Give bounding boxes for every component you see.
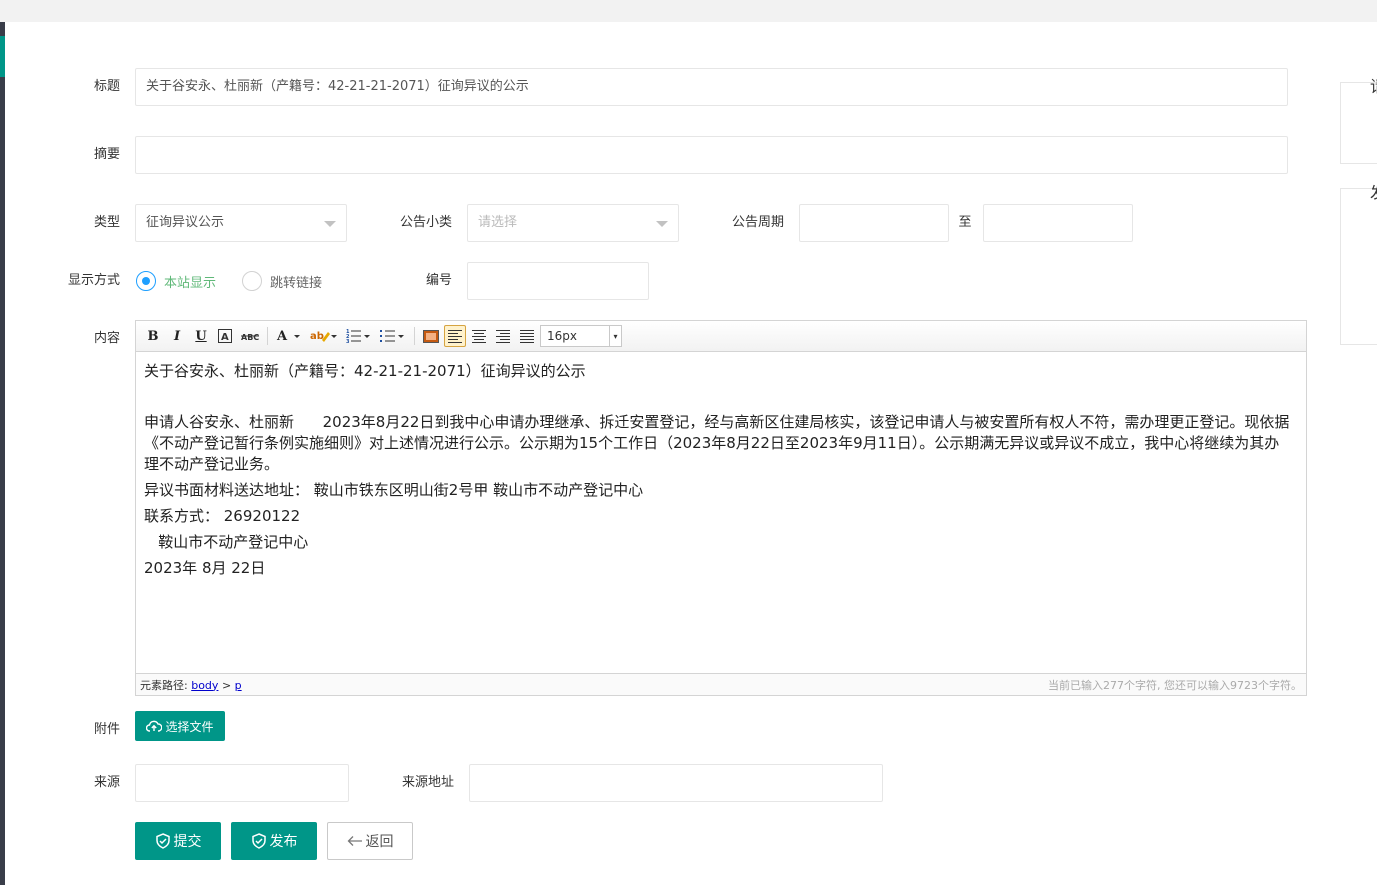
font-size-value: 16px: [547, 329, 577, 343]
dropdown-arrow-icon: ▾: [609, 326, 621, 346]
svg-text:A: A: [221, 332, 229, 343]
summary-input[interactable]: [135, 136, 1288, 174]
title-label: 标题: [93, 79, 120, 94]
number-label: 编号: [425, 273, 452, 288]
path-body-link[interactable]: body: [191, 679, 218, 692]
highlight-color-icon[interactable]: ab: [307, 325, 341, 347]
ordered-list-icon[interactable]: 123: [343, 325, 375, 347]
element-path: 元素路径: body > p: [140, 677, 242, 693]
editor-statusbar: 元素路径: body > p 当前已输入277个字符, 您还可以输入9723个字…: [136, 673, 1306, 695]
rich-text-editor[interactable]: B I U A ABC A ab 123 16px ▾ 关于谷安永、杜丽新（产籍…: [135, 320, 1307, 696]
unordered-list-icon[interactable]: [377, 325, 409, 347]
font-color-icon[interactable]: A: [273, 325, 305, 347]
radio-local-display-label: 本站显示: [164, 275, 217, 291]
right-panel-box: [1340, 188, 1377, 345]
content-line: 2023年 8月 22日: [144, 559, 266, 577]
char-count: 当前已输入277个字符, 您还可以输入9723个字符。: [1048, 678, 1302, 692]
content-line: 申请人谷安永、杜丽新 2023年8月22日到我中心申请办理继承、拆迁安置登记，经…: [144, 413, 1290, 473]
period-label: 公告周期: [731, 215, 784, 230]
right-panel-heading: 发: [1370, 179, 1377, 203]
type-label: 类型: [93, 215, 120, 230]
italic-button[interactable]: I: [166, 325, 188, 347]
period-end-input[interactable]: [983, 204, 1133, 242]
select-file-button[interactable]: 选择文件: [135, 711, 225, 741]
toolbar-separator: [414, 327, 415, 345]
left-sidebar-active-marker: [0, 36, 5, 77]
submit-button[interactable]: 提交: [135, 822, 221, 860]
subtype-label: 公告小类: [399, 215, 452, 230]
source-url-input[interactable]: [469, 764, 883, 802]
right-panel-heading: 请: [1370, 73, 1377, 97]
top-strip: [0, 0, 1377, 22]
cloud-upload-icon: [146, 720, 163, 732]
align-justify-icon[interactable]: [516, 325, 538, 347]
radio-local-display[interactable]: 本站显示: [136, 271, 216, 291]
editor-toolbar: B I U A ABC A ab 123 16px ▾: [136, 321, 1306, 352]
source-url-label: 来源地址: [401, 775, 454, 790]
radio-jump-link[interactable]: 跳转链接: [242, 271, 322, 291]
publish-label: 发布: [269, 834, 298, 850]
period-to-label: 至: [958, 215, 972, 230]
svg-text:ab: ab: [310, 331, 324, 342]
radio-checked-icon: [136, 271, 156, 291]
element-path-label: 元素路径:: [140, 678, 188, 692]
title-input[interactable]: 关于谷安永、杜丽新（产籍号：42-21-21-2071）征询异议的公示: [135, 68, 1288, 106]
strikethrough-icon[interactable]: ABC: [238, 325, 262, 347]
content-label: 内容: [93, 331, 120, 346]
svg-text:ABC: ABC: [241, 333, 259, 342]
type-select-value: 征询异议公示: [146, 215, 225, 230]
content-line: 鞍山市不动产登记中心: [144, 533, 309, 551]
subtype-select[interactable]: 请选择: [467, 204, 679, 242]
content-line: 异议书面材料送达地址： 鞍山市铁东区明山街2号甲 鞍山市不动产登记中心: [144, 481, 644, 499]
left-sidebar-edge: [0, 22, 5, 885]
attachment-label: 附件: [93, 722, 120, 737]
insert-image-icon[interactable]: [420, 325, 442, 347]
back-label: 返回: [365, 834, 394, 850]
number-input[interactable]: [467, 262, 649, 300]
display-label: 显示方式: [67, 273, 120, 288]
select-file-label: 选择文件: [165, 719, 214, 734]
bold-button[interactable]: B: [142, 325, 164, 347]
shield-check-icon: [155, 833, 170, 849]
toolbar-separator: [267, 327, 268, 345]
shield-check-icon: [251, 833, 266, 849]
radio-unchecked-icon: [242, 271, 262, 291]
source-input[interactable]: [135, 764, 349, 802]
content-line: [144, 382, 1294, 403]
chevron-down-icon: [656, 221, 668, 227]
back-button[interactable]: 返回: [327, 822, 413, 860]
source-label: 来源: [93, 775, 120, 790]
underline-button[interactable]: U: [190, 325, 212, 347]
publish-button[interactable]: 发布: [231, 822, 317, 860]
path-p-link[interactable]: p: [235, 679, 242, 692]
period-start-input[interactable]: [799, 204, 949, 242]
summary-label: 摘要: [93, 147, 120, 162]
arrow-left-icon: [347, 836, 362, 846]
font-size-select[interactable]: 16px ▾: [540, 325, 622, 347]
type-select[interactable]: 征询异议公示: [135, 204, 347, 242]
chevron-down-icon: [324, 221, 336, 227]
font-border-icon[interactable]: A: [214, 325, 236, 347]
align-center-icon[interactable]: [468, 325, 490, 347]
submit-label: 提交: [173, 834, 202, 850]
svg-text:A: A: [276, 329, 288, 344]
svg-text:3: 3: [346, 339, 350, 344]
subtype-select-placeholder: 请选择: [478, 215, 518, 230]
path-separator: >: [221, 678, 232, 692]
radio-jump-link-label: 跳转链接: [270, 275, 323, 291]
editor-content-area[interactable]: 关于谷安永、杜丽新（产籍号：42-21-21-2071）征询异议的公示 申请人谷…: [144, 361, 1294, 579]
align-right-icon[interactable]: [492, 325, 514, 347]
content-line: 联系方式： 26920122: [144, 507, 301, 525]
align-left-icon[interactable]: [444, 325, 466, 347]
content-line: 关于谷安永、杜丽新（产籍号：42-21-21-2071）征询异议的公示: [144, 362, 586, 380]
